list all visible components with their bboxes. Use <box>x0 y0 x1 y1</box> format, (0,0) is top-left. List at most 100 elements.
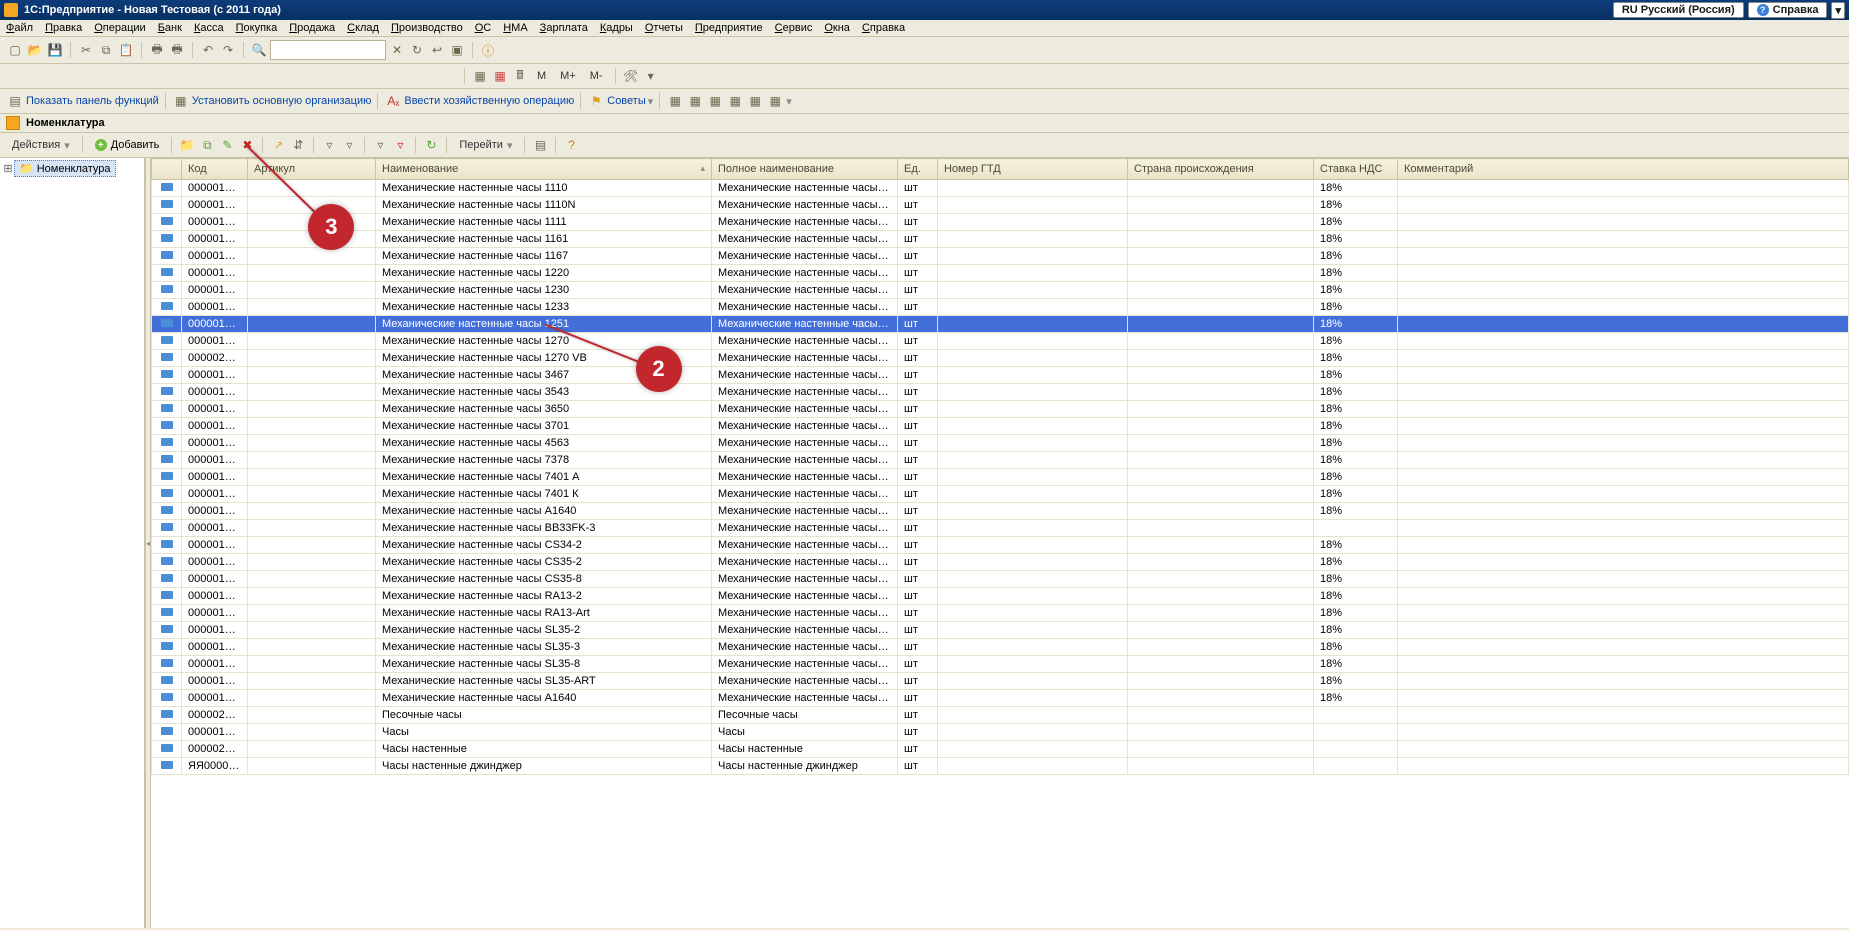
table-row[interactable]: 000001294Механические настенные часы 123… <box>152 282 1849 299</box>
add-copy-icon[interactable]: ⧉ <box>198 136 216 154</box>
report2-icon[interactable]: ▦ <box>686 92 704 110</box>
help2-icon[interactable]: ? <box>562 136 580 154</box>
table-row[interactable]: 000001293Механические настенные часы 122… <box>152 265 1849 282</box>
menu-item[interactable]: ОС <box>475 22 492 34</box>
edit-icon[interactable]: ✎ <box>218 136 236 154</box>
menu-item[interactable]: Зарплата <box>540 22 588 34</box>
add-button[interactable]: +Добавить <box>89 137 166 153</box>
table-row[interactable]: ЯЯ0000099...Часы настенные джинджерЧасы … <box>152 758 1849 775</box>
col-vat-header[interactable]: Ставка НДС <box>1314 159 1398 180</box>
table-row[interactable]: 000001765Механические настенные часы 346… <box>152 367 1849 384</box>
search-clear-icon[interactable]: ✕ <box>388 41 406 59</box>
filter1-icon[interactable]: ▿ <box>320 136 338 154</box>
add-folder-icon[interactable]: 📁 <box>178 136 196 154</box>
operation-icon[interactable]: Aₓ <box>384 92 402 110</box>
table-row[interactable]: 000001289Механические настенные часы CS3… <box>152 554 1849 571</box>
table-row[interactable]: 000001764Механические настенные часы BB3… <box>152 520 1849 537</box>
print-preview-icon[interactable]: 🖶 <box>168 41 186 59</box>
col-article-header[interactable]: Артикул <box>248 159 376 180</box>
dropdown-icon[interactable]: ▾ <box>642 67 660 85</box>
tree-expand-icon[interactable]: ⊞ <box>2 162 14 175</box>
col-name-header[interactable]: Наименование▴ <box>376 159 712 180</box>
table-row[interactable]: 000001766Механические настенные часы 740… <box>152 469 1849 486</box>
menu-item[interactable]: Файл <box>6 22 33 34</box>
calendar-icon[interactable]: ▦ <box>491 67 509 85</box>
menu-item[interactable]: Отчеты <box>645 22 683 34</box>
goto-dropdown[interactable]: Перейти ▾ <box>453 137 518 154</box>
col-full-header[interactable]: Полное наименование <box>712 159 898 180</box>
filter-clear-icon[interactable]: ▿ <box>391 136 409 154</box>
tools-icon[interactable]: 🛠 <box>622 67 640 85</box>
cut-icon[interactable]: ✂ <box>77 41 95 59</box>
table-row[interactable]: 000001770Механические настенные часы 354… <box>152 384 1849 401</box>
paste-icon[interactable]: 📋 <box>117 41 135 59</box>
menu-item[interactable]: Справка <box>862 22 905 34</box>
save-icon[interactable]: 💾 <box>46 41 64 59</box>
table-row[interactable]: 000001295Механические настенные часы A16… <box>152 503 1849 520</box>
table-row[interactable]: 000001297Механические настенные часы SL3… <box>152 639 1849 656</box>
calculator-icon[interactable]: 🖩 <box>511 67 529 85</box>
col-country-header[interactable]: Страна происхождения <box>1128 159 1314 180</box>
table-row[interactable]: 000002698Песочные часыПесочные часышт <box>152 707 1849 724</box>
table-row[interactable]: 000001283Механические настенные часы 127… <box>152 333 1849 350</box>
undo-icon[interactable]: ↶ <box>199 41 217 59</box>
table-row[interactable]: 000001779Механические настенные часы 737… <box>152 452 1849 469</box>
print-icon[interactable]: 🖶 <box>148 41 166 59</box>
table-row[interactable]: 000001287Механические настенные часы 125… <box>152 316 1849 333</box>
table-row[interactable]: 000001292Механические настенные часы 111… <box>152 197 1849 214</box>
table-row[interactable]: 000001306Механические настенные часы 123… <box>152 299 1849 316</box>
col-gtd-header[interactable]: Номер ГТД <box>938 159 1128 180</box>
table-row[interactable]: 000001296Механические настенные часы RA1… <box>152 588 1849 605</box>
sheet-icon[interactable]: ▦ <box>471 67 489 85</box>
tree-root-item[interactable]: 📁 Номенклатура <box>14 160 116 177</box>
redo-icon[interactable]: ↷ <box>219 41 237 59</box>
tips-link[interactable]: Советы <box>607 95 645 107</box>
tips-icon[interactable]: ⚑ <box>587 92 605 110</box>
actions-dropdown[interactable]: Действия ▾ <box>6 137 76 154</box>
table-row[interactable]: 000001282Механические настенные часы А16… <box>152 690 1849 707</box>
report3-icon[interactable]: ▦ <box>706 92 724 110</box>
report6-icon[interactable]: ▦ <box>766 92 784 110</box>
enter-op-link[interactable]: Ввести хозяйственную операцию <box>404 95 574 107</box>
copy-icon[interactable]: ⧉ <box>97 41 115 59</box>
move-icon[interactable]: ↗ <box>269 136 287 154</box>
menu-item[interactable]: Операции <box>94 22 145 34</box>
table-row[interactable]: 000001291Механические настенные часы 111… <box>152 180 1849 197</box>
menu-item[interactable]: Производство <box>391 22 463 34</box>
m-minus-button[interactable]: M- <box>584 68 609 84</box>
table-row[interactable]: 000001769Механические настенные часы 370… <box>152 418 1849 435</box>
menu-item[interactable]: Продажа <box>289 22 335 34</box>
hierarchy-icon[interactable]: ⇵ <box>289 136 307 154</box>
menu-item[interactable]: Склад <box>347 22 379 34</box>
table-row[interactable]: 000001286Механические настенные часы 116… <box>152 248 1849 265</box>
table-row[interactable]: 000001307Механические настенные часы RA1… <box>152 605 1849 622</box>
filter3-icon[interactable]: ▿ <box>371 136 389 154</box>
window-icon[interactable]: ▣ <box>448 41 466 59</box>
settings-icon[interactable]: ▤ <box>531 136 549 154</box>
set-org-link[interactable]: Установить основную организацию <box>192 95 372 107</box>
panel-icon[interactable]: ▤ <box>6 92 24 110</box>
report1-icon[interactable]: ▦ <box>666 92 684 110</box>
menu-item[interactable]: Окна <box>824 22 850 34</box>
report4-icon[interactable]: ▦ <box>726 92 744 110</box>
table-row[interactable]: 000001767Механические настенные часы 740… <box>152 486 1849 503</box>
table-row[interactable]: 000001771Механические настенные часы 365… <box>152 401 1849 418</box>
menu-item[interactable]: Правка <box>45 22 82 34</box>
help-button[interactable]: ?Справка <box>1748 2 1828 18</box>
table-row[interactable]: 000001768Механические настенные часы 456… <box>152 435 1849 452</box>
refresh-list-icon[interactable]: ↻ <box>422 136 440 154</box>
table-row[interactable]: 000002750Часы настенныеЧасы настенныешт <box>152 741 1849 758</box>
col-comment-header[interactable]: Комментарий <box>1398 159 1849 180</box>
table-row[interactable]: 000001299Механические настенные часы SL3… <box>152 673 1849 690</box>
menu-item[interactable]: НМА <box>503 22 527 34</box>
info-icon[interactable]: ⓘ <box>479 41 497 59</box>
menu-item[interactable]: Покупка <box>236 22 278 34</box>
table-row[interactable]: 000001948ЧасыЧасышт <box>152 724 1849 741</box>
table-row[interactable]: 000001284Механические настенные часы 111… <box>152 214 1849 231</box>
col-icon-header[interactable] <box>152 159 182 180</box>
menu-item[interactable]: Касса <box>194 22 224 34</box>
col-code-header[interactable]: Код <box>182 159 248 180</box>
org-icon[interactable]: ▦ <box>172 92 190 110</box>
refresh-icon[interactable]: ↻ <box>408 41 426 59</box>
open-icon[interactable]: 📂 <box>26 41 44 59</box>
